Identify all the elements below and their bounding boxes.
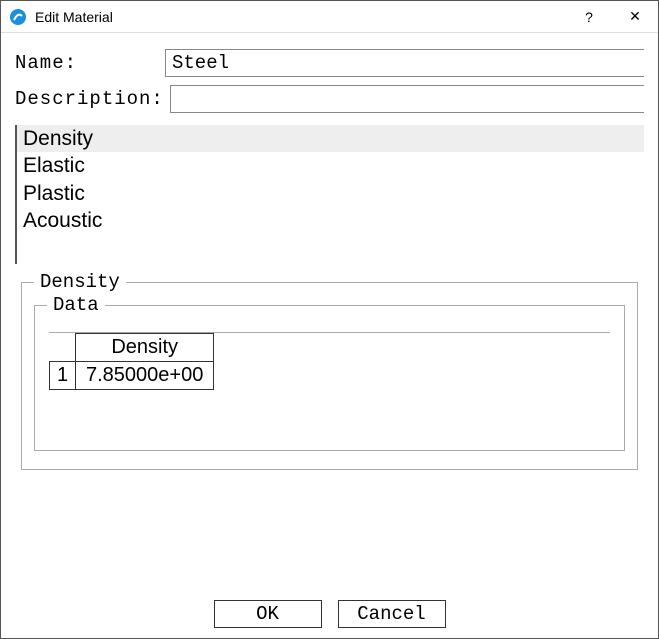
density-table: Density 1 7.85000e+00 bbox=[49, 333, 214, 390]
table-row-header: 1 bbox=[50, 362, 76, 390]
close-icon: ✕ bbox=[629, 8, 641, 25]
close-button[interactable]: ✕ bbox=[612, 1, 658, 33]
help-button[interactable]: ? bbox=[566, 1, 612, 33]
cancel-button[interactable]: Cancel bbox=[338, 600, 446, 628]
property-list[interactable]: Density Elastic Plastic Acoustic bbox=[15, 125, 644, 264]
list-item-acoustic[interactable]: Acoustic bbox=[17, 207, 644, 234]
app-icon bbox=[9, 8, 27, 26]
table-row: 1 7.85000e+00 bbox=[50, 362, 214, 390]
density-cell[interactable]: 7.85000e+00 bbox=[76, 362, 214, 390]
density-panel-legend: Density bbox=[34, 271, 126, 293]
table-corner bbox=[50, 334, 76, 362]
ok-button[interactable]: OK bbox=[214, 600, 322, 628]
list-item-plastic[interactable]: Plastic bbox=[17, 180, 644, 207]
data-panel: Data Density 1 7.85000e+00 bbox=[34, 305, 625, 451]
list-item-density[interactable]: Density bbox=[17, 125, 644, 152]
list-item-elastic[interactable]: Elastic bbox=[17, 152, 644, 179]
help-icon: ? bbox=[585, 9, 593, 25]
titlebar: Edit Material ? ✕ bbox=[1, 1, 658, 33]
density-panel: Density Data Density 1 7.85000e+00 bbox=[21, 282, 638, 470]
button-bar: OK Cancel bbox=[1, 600, 658, 628]
name-input[interactable] bbox=[165, 49, 644, 77]
window-title: Edit Material bbox=[35, 9, 566, 25]
description-input[interactable] bbox=[170, 85, 644, 113]
table-col-header: Density bbox=[76, 334, 214, 362]
data-panel-legend: Data bbox=[47, 294, 105, 316]
name-label: Name: bbox=[15, 52, 165, 74]
description-label: Description: bbox=[15, 88, 164, 110]
